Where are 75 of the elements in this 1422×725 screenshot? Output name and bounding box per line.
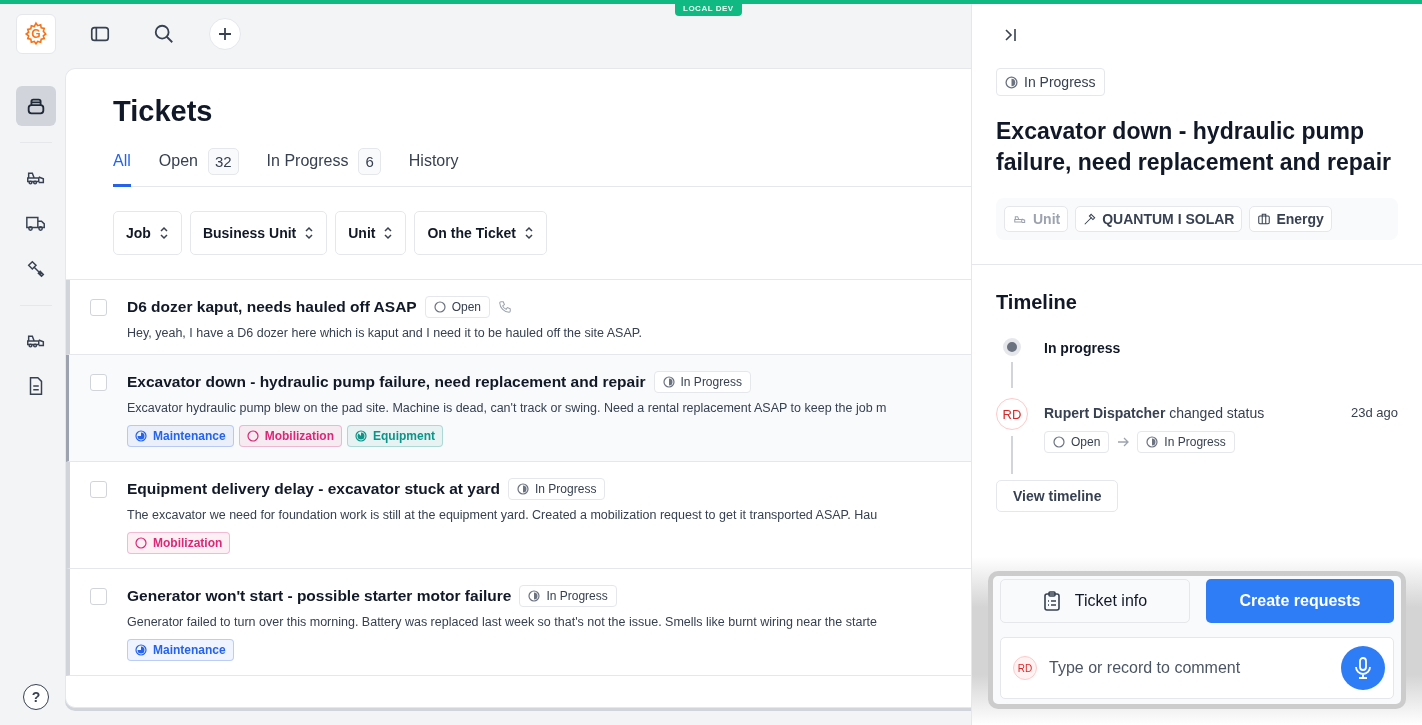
chevron-updown-icon [158, 226, 169, 240]
user-avatar: RD [996, 398, 1028, 431]
category-tag: Mobilization [238, 425, 342, 447]
category-tag: Maintenance [127, 425, 234, 447]
row-checkbox[interactable] [90, 299, 107, 316]
status-icon [517, 483, 529, 495]
comment-field[interactable]: Type or record to comment [1047, 658, 1331, 678]
row-checkbox[interactable] [90, 374, 107, 391]
filter-dropdown[interactable]: Business Unit [189, 211, 328, 255]
arrow-icon [1117, 436, 1130, 449]
timeline-heading: Timeline [996, 291, 1078, 315]
filter-dropdown[interactable]: Job [113, 211, 182, 255]
progress-circle-icon [135, 644, 147, 656]
status-badge: Open [1044, 431, 1110, 454]
ticket-description: The excavator we need for foundation work is still at the equipment yard. Created a mobilization request to get it transported ASAP. Hau [127, 508, 878, 522]
chevron-updown-icon [523, 226, 534, 240]
status-icon [528, 590, 541, 602]
event-text: Rupert Dispatcher changed status [1044, 405, 1265, 422]
ticket-title: Equipment delivery delay - excavator stuck at yard [127, 480, 500, 498]
category-tag: Equipment [347, 425, 443, 447]
ticket-row[interactable] [66, 355, 971, 462]
tab[interactable]: All [113, 152, 131, 187]
help-button[interactable]: ? [23, 684, 49, 710]
current-status-dot [1003, 338, 1021, 357]
row-checkbox[interactable] [90, 481, 107, 498]
status-badge: In Progress [1137, 431, 1235, 454]
status-badge: In Progress [653, 371, 751, 393]
view-timeline-button[interactable]: View timeline [996, 480, 1119, 513]
category-tag: Mobilization [127, 532, 231, 554]
filter-dropdown[interactable]: Unit [335, 211, 407, 255]
ticket-title: Excavator down - hydraulic pump failure, need replacement and repair [127, 373, 646, 391]
meta-chip[interactable]: QUANTUM I SOLAR [1075, 206, 1243, 233]
tab[interactable]: History [408, 152, 459, 187]
microphone-icon [1354, 657, 1372, 679]
event-time: 23d ago [1351, 405, 1398, 422]
ticket-title: D6 dozer kaput, needs hauled off ASAP [127, 298, 417, 316]
status-icon [662, 376, 675, 388]
chevron-updown-icon [304, 226, 315, 240]
status-badge: In Progress [508, 478, 606, 500]
progress-circle-icon [246, 430, 259, 442]
clipboard-icon [1042, 591, 1061, 611]
status-icon [433, 301, 446, 313]
ticket-row[interactable] [66, 462, 971, 569]
plus-icon [217, 26, 233, 42]
ticket-description: Excavator hydraulic pump blew on the pad site. Machine is dead, can't track or swing. Need a rental replacement ASAP to keep the job m [127, 401, 887, 415]
meta-chip[interactable]: Energy [1249, 206, 1332, 233]
nav-stack-button[interactable] [16, 86, 56, 126]
ticket-title: Generator won't start - possible starter motor failure [127, 587, 512, 605]
status-badge: Open [424, 296, 491, 318]
status-badge: In Progress [519, 585, 617, 607]
row-checkbox[interactable] [90, 588, 107, 605]
ticket-description: Hey, yeah, I have a D6 dozer here which is kaput and I need it to be hauled off the site ASAP. [127, 326, 642, 340]
status-badge: In Progress [996, 68, 1105, 96]
progress-circle-icon [135, 537, 147, 549]
shovel-icon [1083, 212, 1098, 227]
progress-circle-icon [355, 430, 367, 442]
ticket-description: Generator failed to turn over this morning. Battery was replaced last week so that's not the issue. Smells like burnt wiring near the starte [127, 615, 877, 629]
briefcase-icon [1257, 212, 1272, 227]
page-title: Tickets [113, 95, 214, 128]
user-avatar: RD [1013, 656, 1037, 680]
chevron-updown-icon [383, 226, 394, 240]
status-icon [1053, 436, 1065, 449]
search-icon[interactable] [153, 23, 175, 45]
add-button[interactable] [209, 18, 241, 50]
ticket-info-button[interactable]: Ticket info [1000, 579, 1190, 623]
category-tag: Maintenance [127, 639, 234, 661]
filter-dropdown[interactable]: On the Ticket [414, 211, 547, 255]
status-icon [1146, 436, 1159, 449]
microphone-button[interactable] [1341, 646, 1385, 690]
status-icon [1005, 75, 1018, 89]
create-requests-button[interactable]: Create requests [1206, 579, 1394, 623]
progress-circle-icon [135, 430, 147, 442]
ticket-row[interactable] [66, 569, 971, 676]
ticket-heading: Excavator down - hydraulic pump failure, need replacement and repair [996, 117, 1392, 178]
current-status: In progress [1044, 340, 1121, 359]
